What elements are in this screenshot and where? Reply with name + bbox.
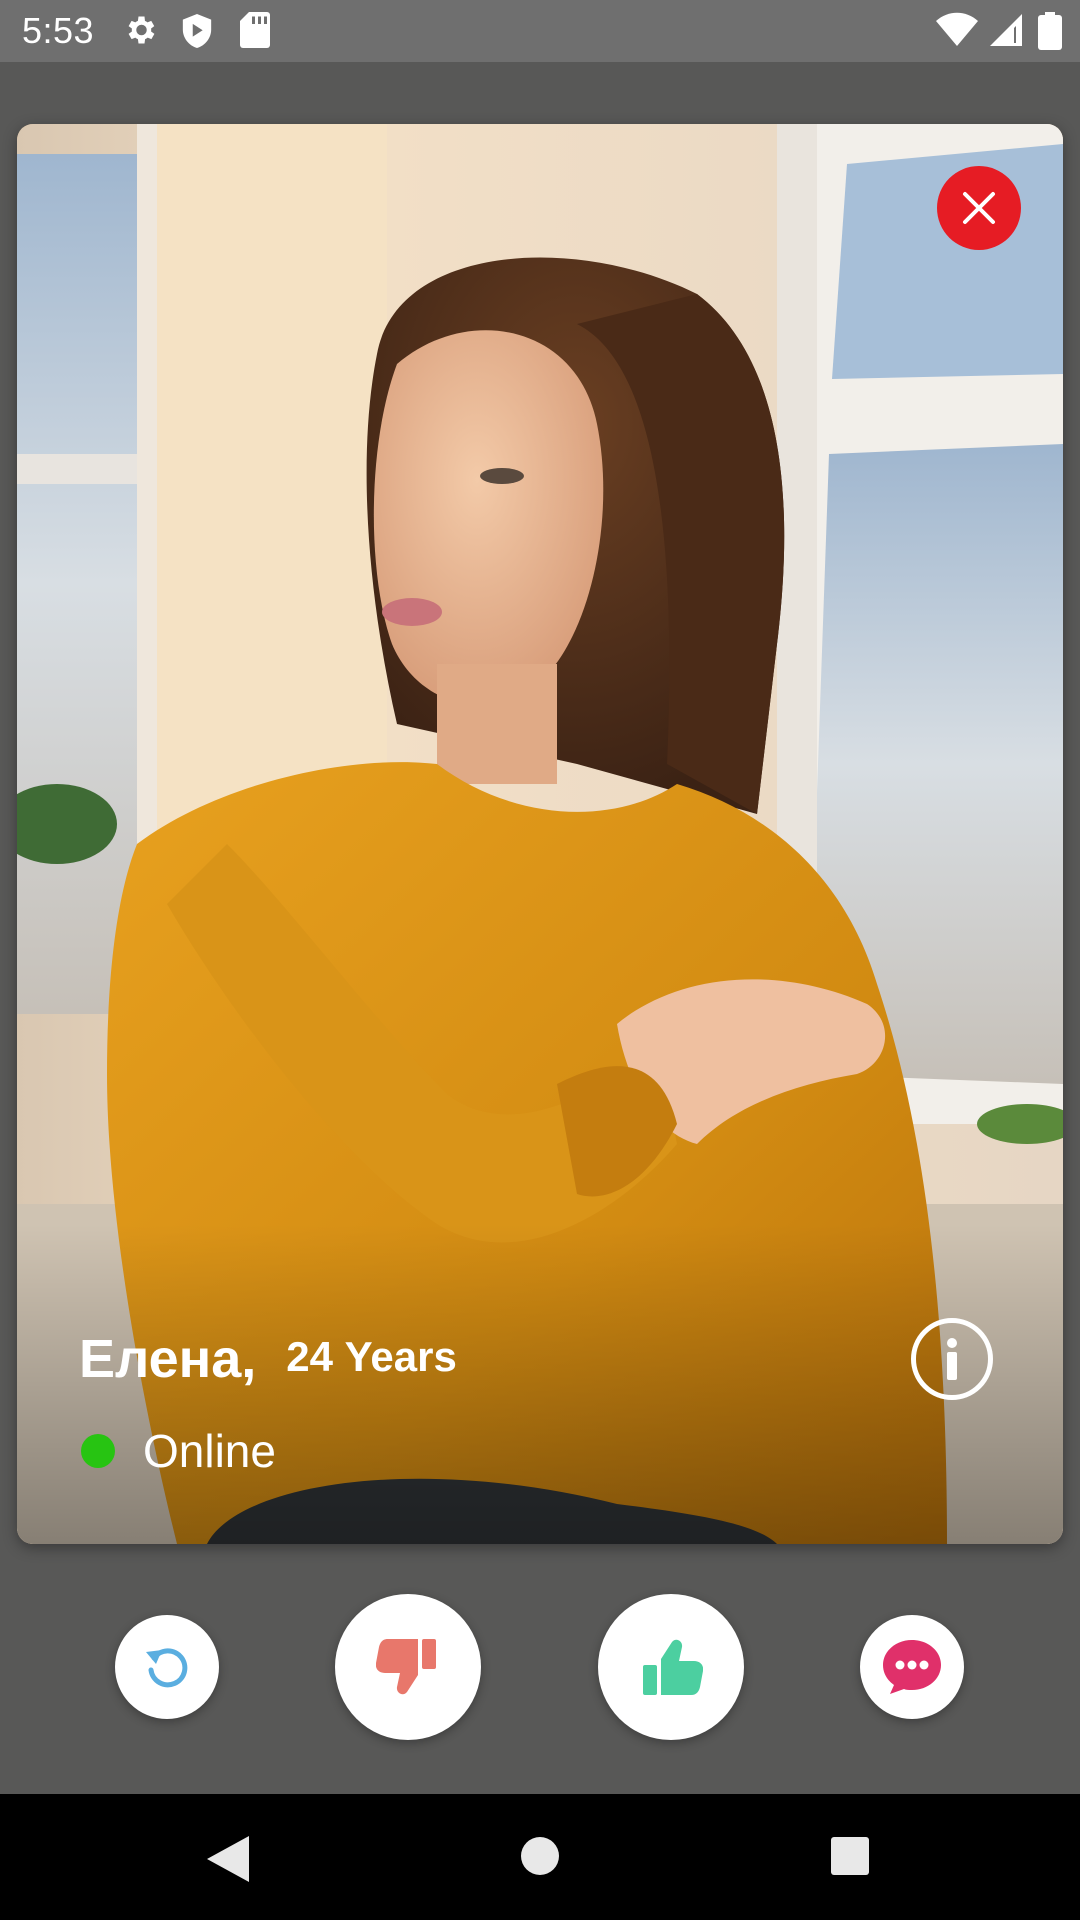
battery-icon	[1038, 12, 1062, 50]
close-button[interactable]	[937, 166, 1021, 250]
profile-card[interactable]: Елена, 24 Years Online	[17, 124, 1063, 1544]
rewind-button[interactable]	[115, 1615, 219, 1719]
thumbs-down-icon	[376, 1639, 436, 1695]
home-icon[interactable]	[520, 1836, 560, 1876]
thumbs-up-icon	[643, 1639, 703, 1695]
profile-age: 24 Years	[286, 1333, 457, 1380]
shield-icon	[182, 14, 212, 48]
close-icon	[963, 192, 995, 224]
info-icon	[947, 1338, 957, 1380]
settings-icon	[128, 16, 155, 44]
back-icon[interactable]	[205, 1834, 251, 1884]
dislike-button[interactable]	[335, 1594, 481, 1740]
chat-button[interactable]	[860, 1615, 964, 1719]
wifi-icon	[936, 12, 979, 46]
status-time: 5:53	[22, 10, 95, 51]
online-dot-icon	[81, 1434, 115, 1468]
name-age-row: Елена, 24 Years	[79, 1328, 457, 1390]
rewind-icon	[146, 1648, 188, 1688]
recents-icon[interactable]	[830, 1836, 870, 1876]
like-button[interactable]	[598, 1594, 744, 1740]
cell-signal-icon	[989, 14, 1022, 46]
profile-name: Елена,	[79, 1329, 257, 1389]
navigation-bar	[0, 1794, 1080, 1920]
online-status-label: Online	[143, 1425, 276, 1477]
status-right-icons	[935, 12, 1062, 50]
sd-card-icon	[240, 12, 270, 48]
info-button[interactable]	[911, 1318, 993, 1400]
status-bar: 5:53	[0, 0, 1080, 62]
chat-bubble-icon	[883, 1640, 941, 1694]
online-status: Online	[81, 1424, 276, 1478]
